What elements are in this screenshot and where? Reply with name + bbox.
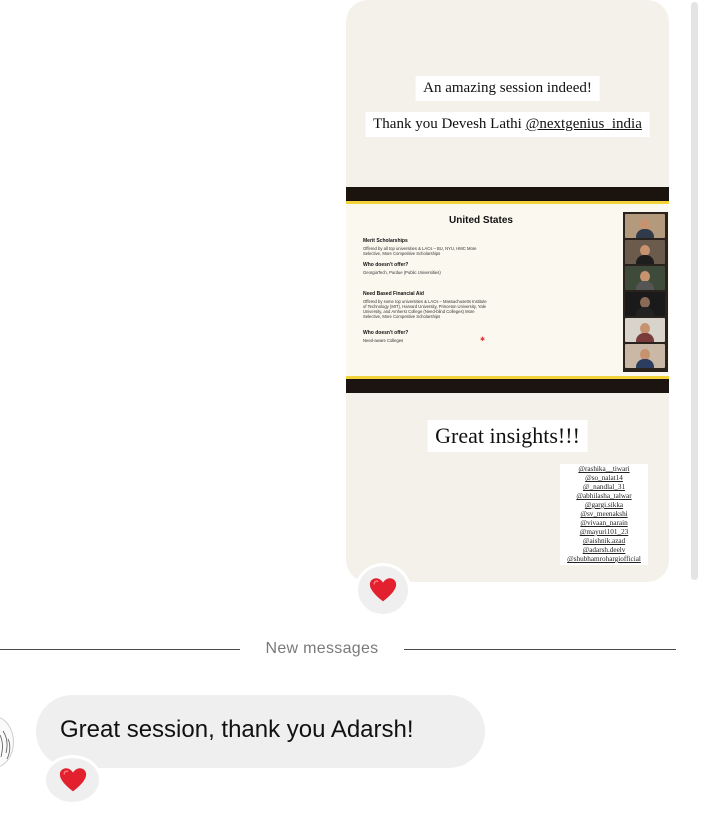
story-mention[interactable]: @so_nalat14 [560,474,648,483]
red-heart-icon [59,768,86,792]
slide-merit-who-heading: Who doesn't offer? [363,262,409,268]
participant-tile [625,214,665,238]
story-mention[interactable]: @_nandlal_31 [560,483,648,492]
story-insights-caption: Great insights!!! [427,420,588,452]
message-heart-reaction[interactable] [43,755,102,805]
story-mention[interactable]: @vivaan_narain [560,519,648,528]
message-text: Great session, thank you Adarsh! [60,716,414,743]
slide-merit-who-body: GeorgiaTech, Purdue (Public Universities… [363,270,441,275]
slide-need-heading: Need Based Financial Aid [363,291,424,297]
new-messages-divider-label: New messages [265,640,379,657]
participant-tile [625,292,665,316]
slide-merit-body: Offered by all top universities & LACs –… [363,246,477,256]
participant-tile [625,318,665,342]
shared-story-card[interactable]: An amazing session indeed! Thank you Dev… [346,0,669,582]
avatar-illustration-icon [0,730,11,760]
divider-line-right [404,649,676,650]
video-call-screenshot: United States Merit Scholarships Offered… [346,187,669,393]
story-mention[interactable]: @mayuri101_23 [560,528,648,537]
story-mention[interactable]: @adarsh.deelv [560,546,648,555]
story-mention-nextgenius[interactable]: @nextgenius_india [526,116,642,132]
call-top-bar [346,187,669,201]
story-caption-line-1: An amazing session indeed! [415,76,600,101]
story-mention[interactable]: @sv_meenakshi [560,510,648,519]
red-heart-icon [369,578,397,602]
story-heart-reaction[interactable] [355,563,411,617]
participant-tile [625,240,665,264]
presentation-slide: United States Merit Scholarships Offered… [346,201,669,379]
slide-title: United States [449,215,513,226]
story-mention[interactable]: @abhilasha_talwar [560,492,648,501]
story-mention[interactable]: @rashika__tiwari [560,465,648,474]
story-caption-line-2: Thank you Devesh Lathi @nextgenius_india [365,112,650,137]
scrollbar[interactable] [691,2,698,580]
incoming-message-bubble[interactable]: Great session, thank you Adarsh! [36,695,485,768]
cursor-mark: ✱ [480,337,486,343]
slide-need-who-body: Need-aware Colleges [363,338,404,343]
sender-avatar[interactable] [0,716,14,768]
participant-tile [625,344,665,368]
divider-line-left [0,649,240,650]
story-caption-text: Thank you Devesh Lathi [373,116,526,132]
slide-need-body: Offered by some top universities & LACs … [363,299,487,319]
story-mention[interactable]: @shubhamrohargiofficial [560,555,648,564]
story-mention[interactable]: @aishnik.azad [560,537,648,546]
slide-need-who-heading: Who doesn't offer? [363,330,409,336]
participant-video-strip [623,212,668,372]
story-mention-list: @rashika__tiwari @so_nalat14 @_nandlal_3… [560,464,648,565]
story-mention[interactable]: @gargi.sikka [560,501,648,510]
participant-tile [625,266,665,290]
slide-merit-heading: Merit Scholarships [363,238,408,244]
